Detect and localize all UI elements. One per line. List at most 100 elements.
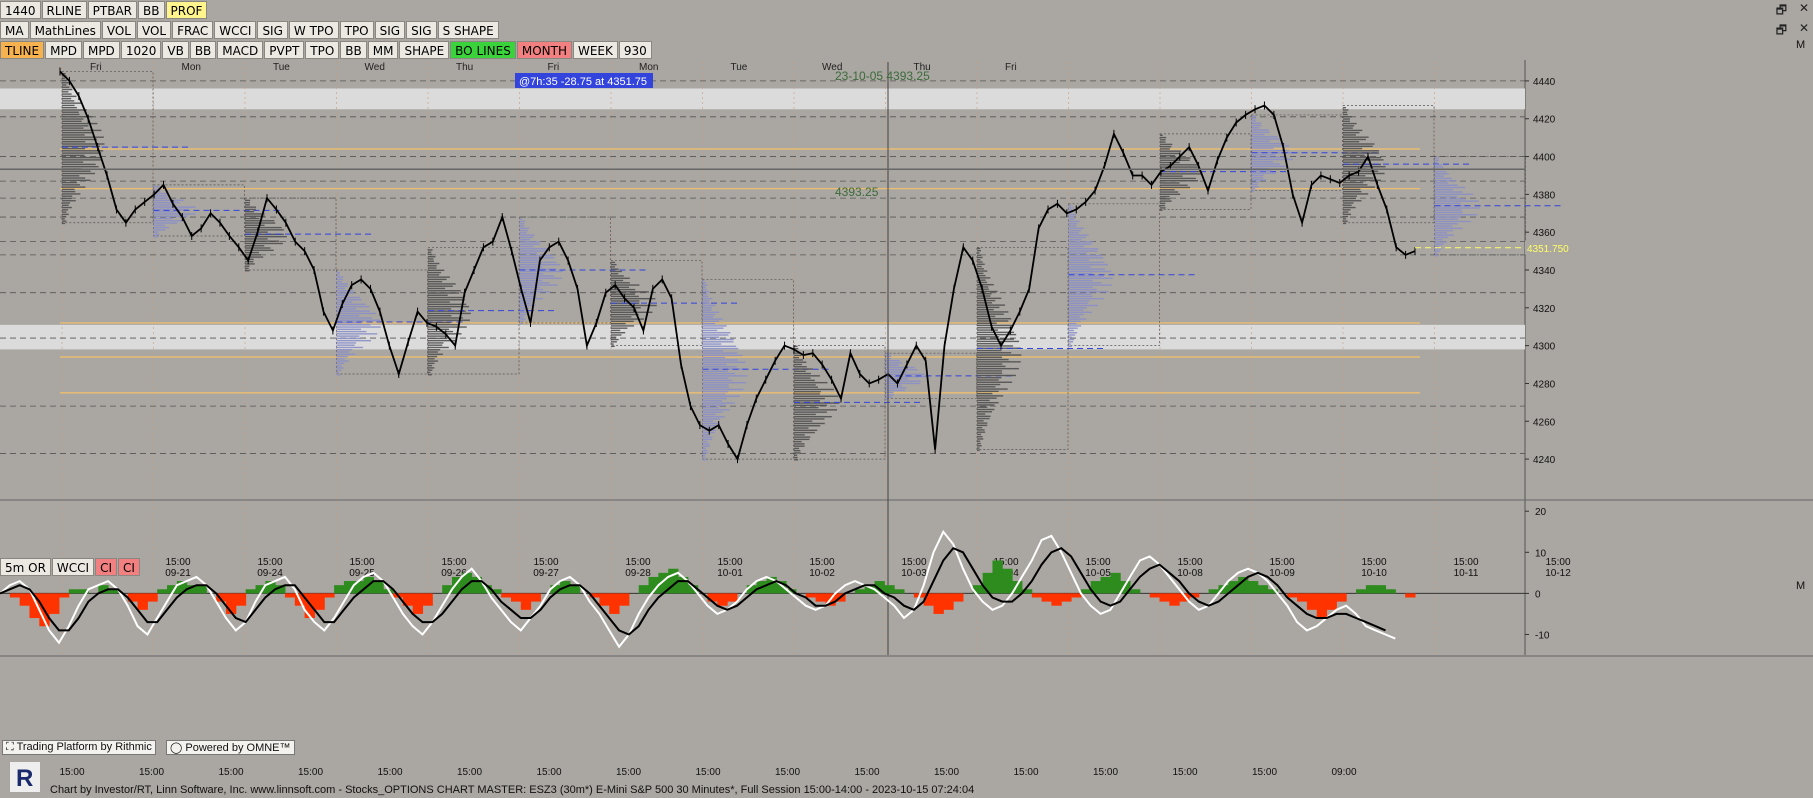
y-tick-label-6: 4360 — [1533, 228, 1556, 239]
osc-hist-95 — [933, 593, 944, 614]
x-tick-date-7: 10-02 — [809, 568, 835, 579]
indicator_toolbar-button-3[interactable]: CI — [118, 558, 140, 576]
osc-hist-61 — [599, 593, 610, 606]
osc-hist-140 — [1375, 585, 1387, 594]
osc-hist-2 — [19, 593, 30, 606]
osc-hist-132 — [1297, 593, 1308, 602]
osc-hist-90 — [884, 585, 895, 594]
x-tick-date-11: 10-08 — [1177, 568, 1203, 579]
x-tick-date-12: 10-09 — [1269, 568, 1295, 579]
osc-x-tick-1: 15:00 — [139, 767, 164, 778]
osc-hist-65 — [638, 585, 650, 594]
top-day-label-10: Fri — [1005, 62, 1017, 73]
rithmic-logo-icon: R — [10, 762, 40, 792]
osc-hist-24 — [235, 593, 247, 606]
last-price-tag: 4351.750 — [1527, 244, 1569, 255]
y-tick-label-3: 4300 — [1533, 342, 1556, 353]
chart-canvas[interactable]: 4240 4260 4280 4300 4320 4340 4360 4380 4400 4420… — [0, 0, 1813, 798]
osc-hist-115 — [1130, 589, 1141, 594]
indicator_toolbar-button-1[interactable]: WCCI — [51, 558, 95, 576]
x-tick-time-2: 15:00 — [349, 557, 374, 568]
osc-hist-113 — [1110, 572, 1121, 594]
osc-hist-5 — [49, 593, 60, 614]
osc-hist-112 — [1100, 576, 1111, 594]
osc-hist-1 — [9, 593, 21, 598]
osc-hist-105 — [1031, 593, 1043, 598]
osc-hist-32 — [314, 593, 325, 610]
osc-hist-141 — [1385, 589, 1396, 594]
x-tick-time-14: 15:00 — [1453, 557, 1478, 568]
y-tick-label-9: 4420 — [1533, 115, 1556, 126]
osc-hist-83 — [815, 593, 826, 602]
top-day-label-1: Mon — [182, 62, 201, 73]
osc-hist-138 — [1356, 589, 1367, 594]
y-tick-label-0: 4240 — [1533, 455, 1556, 466]
osc-x-tick-6: 15:00 — [536, 767, 561, 778]
osc-x-tick-2: 15:00 — [218, 767, 243, 778]
x-tick-date-5: 09-28 — [625, 568, 651, 579]
osc-hist-73 — [717, 593, 728, 606]
x-tick-date-8: 10-03 — [901, 568, 927, 579]
osc-hist-82 — [805, 593, 817, 598]
osc-hist-20 — [196, 585, 207, 594]
osc-hist-139 — [1365, 585, 1377, 594]
indicator_toolbar-button-2[interactable]: CI — [95, 558, 118, 576]
osc-x-tick-7: 15:00 — [616, 767, 641, 778]
osc-hist-134 — [1316, 593, 1328, 619]
osc-hist-29 — [284, 593, 296, 598]
osc-x-tick-0: 15:00 — [59, 767, 84, 778]
osc-hist-133 — [1306, 593, 1318, 610]
osc-hist-34 — [334, 585, 345, 594]
x-tick-time-10: 15:00 — [1085, 557, 1110, 568]
indicator_toolbar-button-0[interactable]: 5m OR — [0, 558, 51, 576]
osc-hist-118 — [1159, 593, 1170, 602]
top-day-label-4: Thu — [456, 62, 473, 73]
x-tick-time-3: 15:00 — [441, 557, 466, 568]
x-tick-time-0: 15:00 — [165, 557, 190, 568]
osc-y-label-0: 20 — [1535, 507, 1547, 518]
osc-hist-16 — [157, 589, 168, 594]
osc-x-tick-16: 09:00 — [1331, 767, 1356, 778]
top-day-label-7: Tue — [731, 62, 748, 73]
top-day-label-3: Wed — [365, 62, 385, 73]
y-tick-label-10: 4440 — [1533, 77, 1556, 88]
x-tick-date-15: 10-12 — [1545, 568, 1571, 579]
osc-x-tick-4: 15:00 — [377, 767, 402, 778]
x-tick-date-14: 10-11 — [1454, 568, 1479, 579]
crosshair-date-label: 23-10-05 4393.25 — [835, 69, 930, 83]
osc-hist-106 — [1041, 593, 1052, 602]
osc-hist-143 — [1405, 593, 1416, 598]
x-tick-date-13: 10-10 — [1361, 568, 1387, 579]
osc-hist-102 — [1002, 568, 1013, 594]
x-tick-time-15: 15:00 — [1545, 557, 1570, 568]
osc-hist-42 — [412, 593, 424, 614]
osc-hist-117 — [1149, 593, 1161, 598]
top-day-label-2: Tue — [273, 62, 290, 73]
x-tick-date-4: 09-27 — [533, 568, 559, 579]
osc-hist-128 — [1257, 585, 1269, 594]
x-tick-time-12: 15:00 — [1269, 557, 1294, 568]
osc-hist-87 — [854, 589, 866, 594]
osc-hist-25 — [245, 589, 256, 594]
top-day-label-5: Fri — [548, 62, 560, 73]
osc-hist-58 — [569, 585, 581, 594]
x-tick-time-6: 15:00 — [717, 557, 742, 568]
pane-m-label-1: M — [1796, 39, 1805, 51]
osc-y-label-2: 0 — [1535, 589, 1541, 600]
x-tick-time-4: 15:00 — [533, 557, 558, 568]
osc-hist-38 — [373, 581, 384, 594]
osc-hist-101 — [992, 560, 1003, 594]
osc-hist-43 — [422, 593, 433, 606]
volume-profile-3 — [336, 271, 381, 376]
osc-hist-51 — [501, 593, 512, 598]
osc-x-tick-12: 15:00 — [1013, 767, 1038, 778]
x-tick-date-0: 09-21 — [165, 568, 191, 579]
x-tick-date-1: 09-24 — [257, 568, 283, 579]
osc-hist-96 — [943, 593, 954, 610]
osc-x-tick-15: 15:00 — [1252, 767, 1277, 778]
osc-hist-136 — [1336, 593, 1347, 602]
osc-hist-14 — [137, 593, 148, 610]
x-tick-time-13: 15:00 — [1361, 557, 1386, 568]
top-day-label-6: Mon — [639, 62, 658, 73]
osc-hist-107 — [1051, 593, 1062, 606]
